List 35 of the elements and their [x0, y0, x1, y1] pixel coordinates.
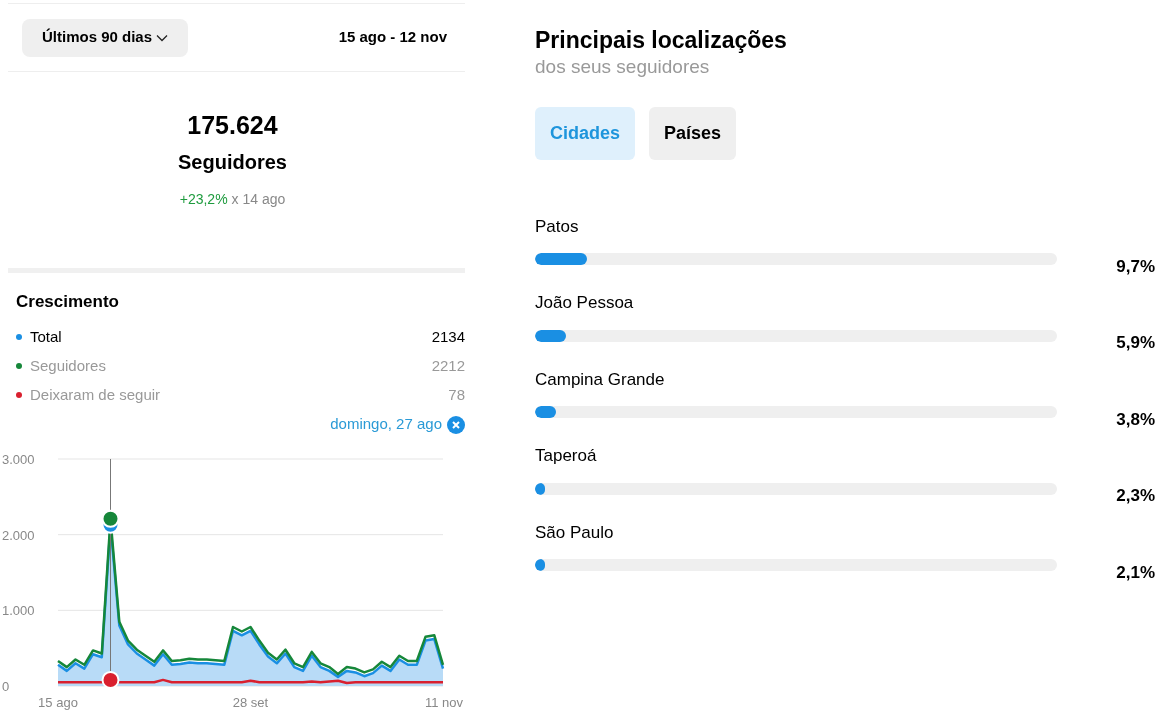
city-name: São Paulo [535, 521, 615, 544]
follower-count: 175.624 [187, 110, 278, 141]
chevron-down-icon [156, 33, 169, 42]
city-name: João Pessoa [535, 292, 635, 314]
y-axis-label: 2.000 [2, 527, 35, 543]
percentage: 2,1% [1116, 561, 1155, 584]
x-axis-label: 15 ago [38, 694, 78, 710]
y-axis-label: 3.000 [2, 451, 35, 467]
selected-date: domingo, 27 ago [330, 414, 442, 435]
legend-value: 78 [448, 384, 465, 405]
x-axis-label: 11 nov [424, 694, 463, 710]
y-axis-label: 0 [2, 678, 10, 694]
legend-value: 2134 [431, 326, 465, 347]
y-axis-label: 1.000 [2, 602, 35, 618]
date-range: 15 ago - 12 nov [338, 27, 447, 48]
percentage: 5,9% [1116, 332, 1155, 354]
legend-value: 2212 [431, 355, 465, 376]
city-name: Campina Grande [535, 368, 666, 391]
city-name: Taperoá [535, 445, 598, 467]
period-dropdown[interactable]: Últimos 90 dias [22, 18, 189, 57]
tab[interactable]: Países [649, 106, 737, 160]
section-title: Crescimento [16, 291, 120, 313]
follower-label: Seguidores [178, 150, 287, 176]
percentage: 3,8% [1116, 408, 1155, 431]
percentage: 9,7% [1116, 255, 1155, 278]
locations-title: Principais localizações [535, 26, 788, 55]
city-name: Patos [535, 215, 580, 238]
close-icon[interactable] [447, 415, 465, 434]
percentage: 2,3% [1116, 485, 1155, 507]
x-axis-label: 28 set [232, 694, 269, 710]
legend-label[interactable]: Total [30, 325, 62, 349]
data-point [101, 509, 120, 528]
growth-percentage: +23,2% [179, 190, 228, 210]
comparison-date: x 14 ago [231, 190, 286, 210]
locations-subtitle: dos seus seguidores [535, 54, 711, 79]
